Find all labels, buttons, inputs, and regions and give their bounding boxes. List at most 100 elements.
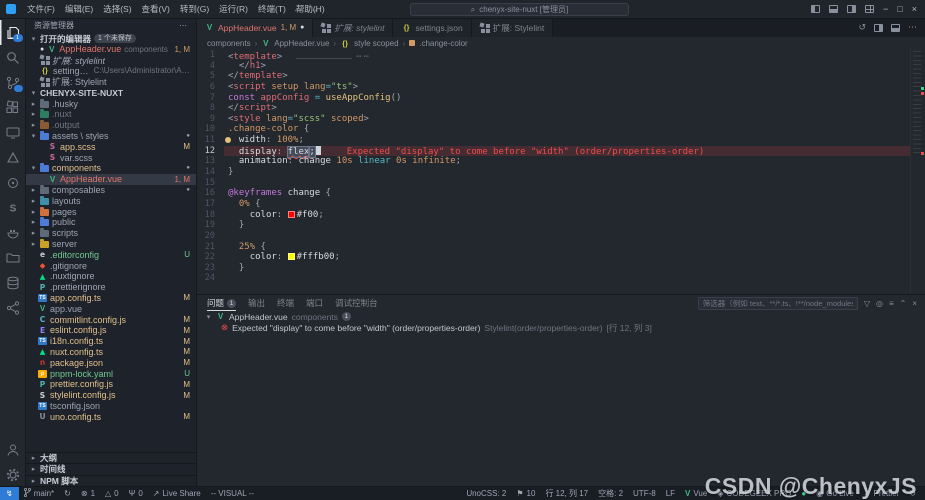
tree-item[interactable]: e.editorconfigU xyxy=(26,249,196,260)
extensions-icon[interactable] xyxy=(0,95,26,120)
open-editor-item[interactable]: 扩展: Stylelint xyxy=(26,76,196,87)
test-icon[interactable] xyxy=(0,145,26,170)
green-status[interactable]: ● xyxy=(796,487,811,500)
vim-mode[interactable]: -- VISUAL -- xyxy=(206,487,259,500)
tree-item[interactable]: Uuno.config.tsM xyxy=(26,411,196,422)
indentation[interactable]: 空格: 2 xyxy=(593,487,628,500)
tree-item[interactable]: ppnpm-lock.yamlU xyxy=(26,368,196,379)
close-icon[interactable]: × xyxy=(912,4,917,14)
search-icon[interactable] xyxy=(0,45,26,70)
menu-item[interactable]: 终端(T) xyxy=(253,3,291,15)
tree-item[interactable]: Pprettier.config.jsM xyxy=(26,379,196,390)
debug-icon[interactable] xyxy=(0,170,26,195)
source-control-icon[interactable] xyxy=(0,70,26,95)
prettier[interactable]: ✓Prettier xyxy=(859,487,905,500)
encoding[interactable]: UTF-8 xyxy=(628,487,661,500)
share-icon[interactable] xyxy=(0,295,26,320)
tree-item[interactable]: ▸composables● xyxy=(26,185,196,196)
tree-item[interactable]: Vapp.vue xyxy=(26,303,196,314)
nav-forward-icon[interactable]: → xyxy=(309,4,318,14)
menu-item[interactable]: 文件(F) xyxy=(22,3,60,15)
menu-item[interactable]: 运行(R) xyxy=(214,3,253,15)
sync-status[interactable]: ↻ xyxy=(59,487,76,500)
tree-item[interactable]: VAppHeader.vue1, M xyxy=(26,174,196,185)
panel-tab-输出[interactable]: 输出 xyxy=(248,295,265,311)
tree-item[interactable]: ◆.gitignore xyxy=(26,260,196,271)
codegeex[interactable]: ◈CODEGEEX PRO xyxy=(712,487,796,500)
remote-explorer-icon[interactable] xyxy=(0,120,26,145)
panel-tab-终端[interactable]: 终端 xyxy=(277,295,294,311)
tree-item[interactable]: ▾components● xyxy=(26,163,196,174)
project-manager-icon[interactable] xyxy=(0,245,26,270)
tree-item[interactable]: Svar.scss xyxy=(26,152,196,163)
color-swatch[interactable] xyxy=(288,211,295,218)
problem-row[interactable]: ⊗ Expected "display" to come before "wid… xyxy=(197,322,925,333)
git-branch[interactable]: main* xyxy=(19,487,59,500)
tab-settings.json[interactable]: {}settings.json xyxy=(393,18,471,37)
tree-item[interactable]: npackage.jsonM xyxy=(26,357,196,368)
tree-item[interactable]: TSi18n.config.tsM xyxy=(26,336,196,347)
tree-item[interactable]: ▸.nuxt xyxy=(26,109,196,120)
account-icon[interactable] xyxy=(0,437,26,462)
problems-warnings[interactable]: △0 xyxy=(100,487,124,500)
menu-item[interactable]: 选择(S) xyxy=(98,3,136,15)
tab-AppHeader.vue[interactable]: VAppHeader.vue1, M● xyxy=(197,18,313,37)
tree-item[interactable]: ▸.output xyxy=(26,120,196,131)
history-icon[interactable]: ↺ xyxy=(858,22,866,33)
tree-item[interactable]: ▸layouts xyxy=(26,195,196,206)
project-root-header[interactable]: ▾ CHENYX-SITE-NUXT xyxy=(26,87,196,98)
unocss-status[interactable]: UnoCSS: 2 xyxy=(461,487,511,500)
panel-tab-调试控制台[interactable]: 调试控制台 xyxy=(335,295,378,311)
problems-errors[interactable]: ⊗1 xyxy=(76,487,100,500)
toggle-panel-icon[interactable] xyxy=(829,5,838,13)
breadcrumb-item[interactable]: components xyxy=(207,39,251,48)
panel-tab-端口[interactable]: 端口 xyxy=(306,295,323,311)
code-editor[interactable]: 1<template>⋯⋯4 </h1>5</template>6<script… xyxy=(197,49,925,294)
panel-tab-问题[interactable]: 问题1 xyxy=(207,295,236,311)
clear-filter-icon[interactable]: ◎ xyxy=(876,299,883,308)
forwarded-ports[interactable]: Ψ0 xyxy=(124,487,148,500)
folded-region[interactable] xyxy=(296,50,352,59)
go-live[interactable]: ◉Go Live xyxy=(811,487,859,500)
tree-item[interactable]: ▸.husky xyxy=(26,98,196,109)
breadcrumb-item[interactable]: AppHeader.vue xyxy=(274,39,329,48)
tab-扩展: Stylelint[interactable]: 扩展: Stylelint xyxy=(472,18,554,37)
maximize-panel-icon[interactable]: ⌃ xyxy=(900,299,907,308)
toggle-secondary-sidebar-icon[interactable] xyxy=(847,5,856,13)
settings-icon[interactable] xyxy=(0,462,26,487)
tree-item[interactable]: P.prettierignore xyxy=(26,282,196,293)
database-icon[interactable] xyxy=(0,270,26,295)
maximize-icon[interactable]: □ xyxy=(897,4,902,14)
menu-item[interactable]: 编辑(E) xyxy=(60,3,98,15)
tree-item[interactable]: ▲nuxt.config.tsM xyxy=(26,347,196,358)
customize-layout-icon[interactable] xyxy=(865,5,874,13)
sftp-icon[interactable]: S xyxy=(0,195,26,220)
cursor-position[interactable]: 行 12, 列 17 xyxy=(540,487,593,500)
breadcrumb-item[interactable]: style scoped xyxy=(354,39,398,48)
docker-icon[interactable] xyxy=(0,220,26,245)
live-share[interactable]: ↗Live Share xyxy=(148,487,206,500)
more-actions-icon[interactable]: ⋯ xyxy=(908,22,917,33)
view-as-table-icon[interactable]: ≡ xyxy=(889,299,894,308)
minimap[interactable] xyxy=(910,49,925,294)
tree-item[interactable]: TStsconfig.json xyxy=(26,401,196,412)
tree-item[interactable]: TSapp.config.tsM xyxy=(26,293,196,304)
layout-icon[interactable] xyxy=(891,24,900,32)
minimize-icon[interactable]: − xyxy=(883,4,888,14)
tree-item[interactable]: Eeslint.config.jsM xyxy=(26,325,196,336)
tree-item[interactable]: ▲.nuxtignore xyxy=(26,271,196,282)
filter-input[interactable] xyxy=(698,297,858,310)
command-center-search[interactable]: ⌕ chenyx-site-nuxt [管理员] xyxy=(410,3,629,16)
menu-item[interactable]: 转到(G) xyxy=(175,3,214,15)
notifications[interactable]: ↻ xyxy=(904,487,921,500)
tab-扩展: stylelint[interactable]: 扩展: stylelint xyxy=(313,18,393,37)
problem-file-row[interactable]: ▾ V AppHeader.vue components 1 xyxy=(197,311,925,322)
tree-item[interactable]: ▸public xyxy=(26,217,196,228)
tree-item[interactable]: Ccommitlint.config.jsM xyxy=(26,314,196,325)
open-editors-header[interactable]: ▾ 打开的编辑器 1 个未保存 xyxy=(26,33,196,44)
eol[interactable]: LF xyxy=(661,487,680,500)
filter-icon[interactable]: ▽ xyxy=(864,299,870,308)
tree-item[interactable]: Sapp.scssM xyxy=(26,141,196,152)
menu-item[interactable]: 查看(V) xyxy=(137,3,175,15)
breadcrumb-item[interactable]: .change-color xyxy=(419,39,467,48)
